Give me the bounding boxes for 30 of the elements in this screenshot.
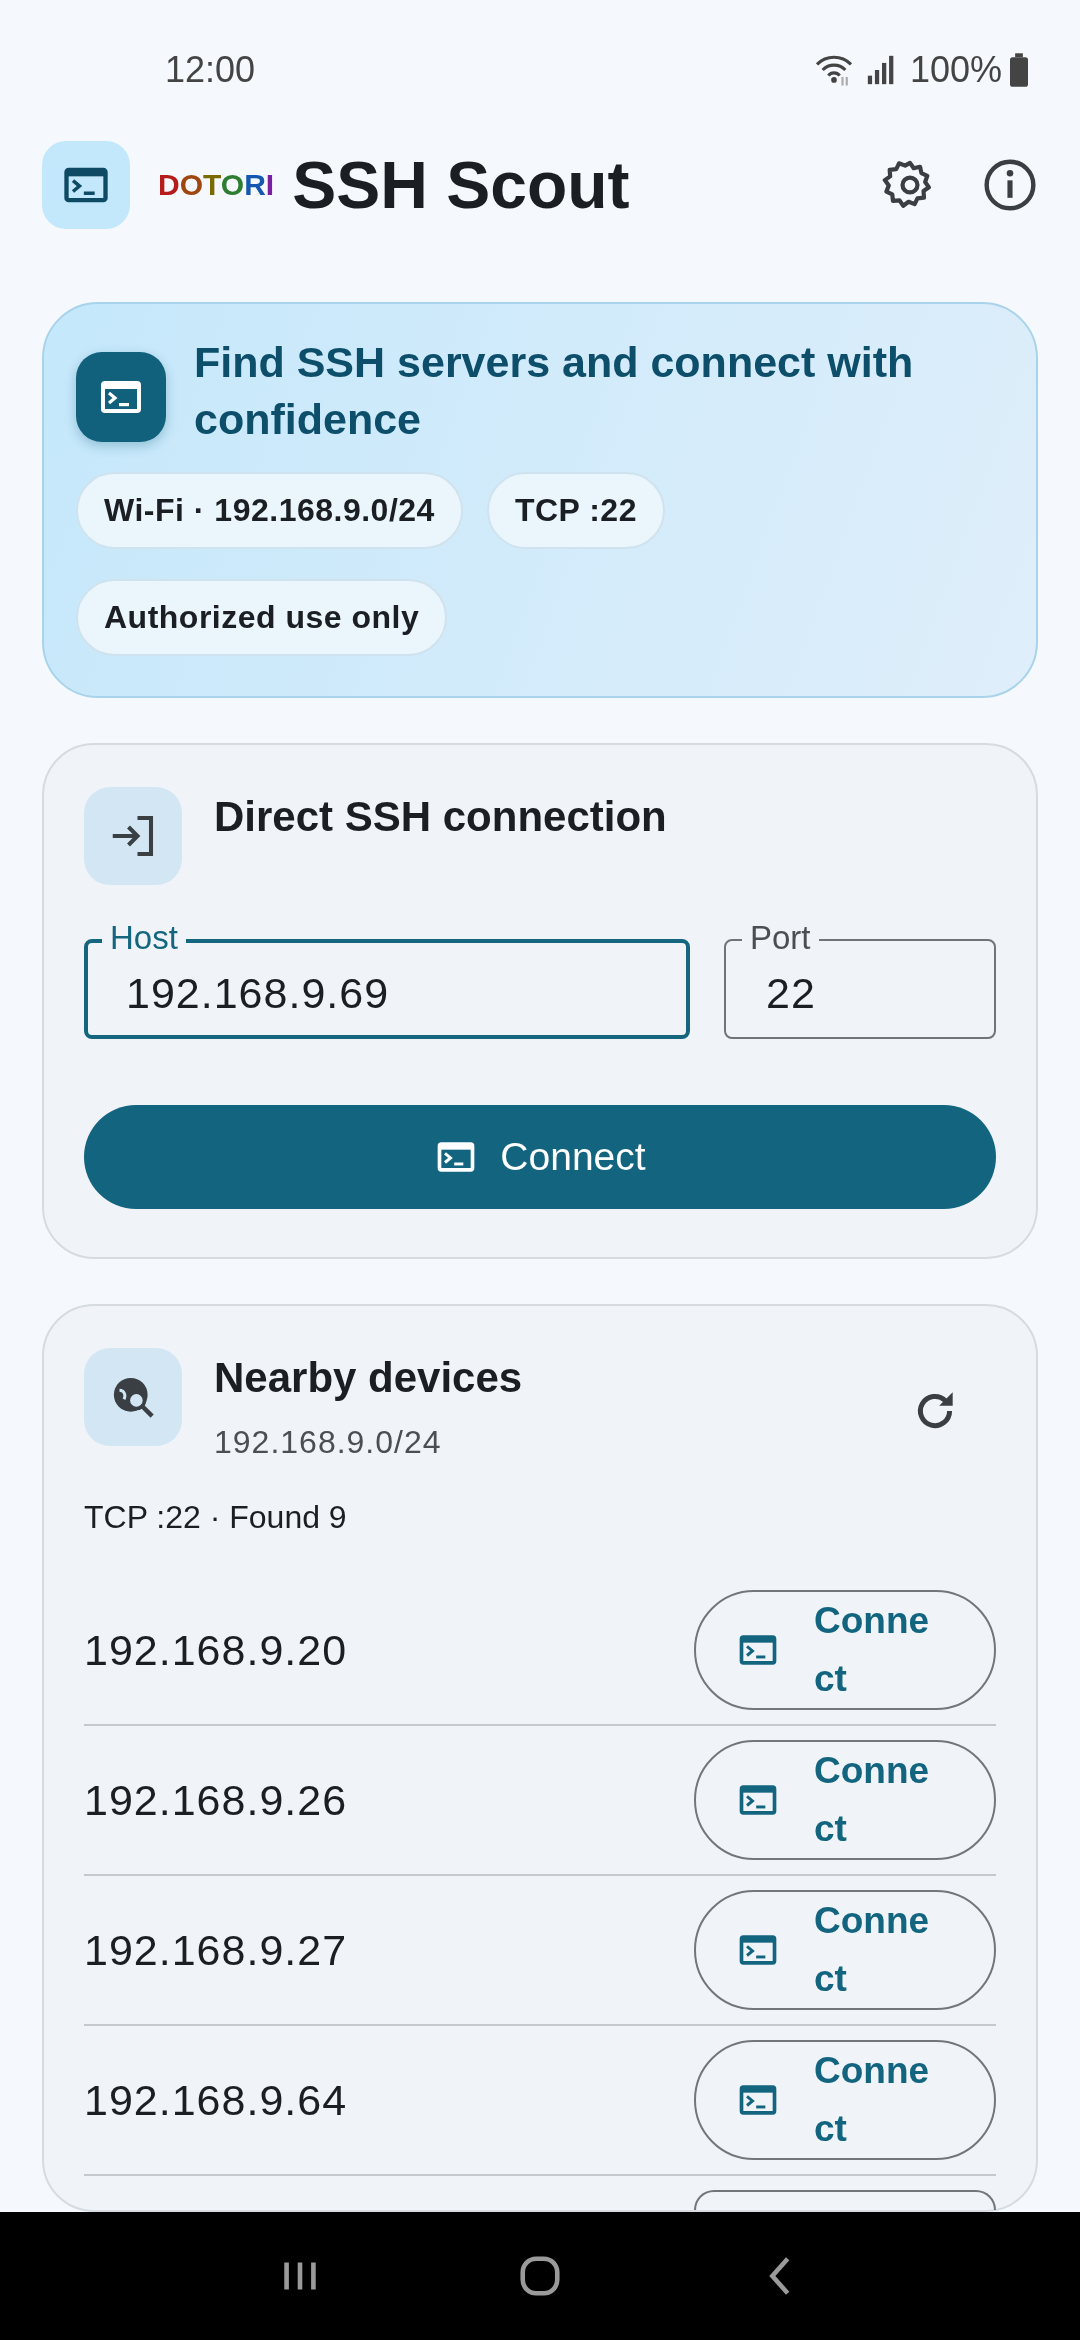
subnet-label: 192.168.9.0/24 bbox=[214, 1424, 443, 1461]
status-time: 12:00 bbox=[165, 49, 256, 91]
connect-button[interactable]: Connect bbox=[694, 1590, 996, 1710]
port-input[interactable]: 22 bbox=[766, 960, 954, 1018]
host-field[interactable]: Host 192.168.9.69 bbox=[84, 915, 690, 1039]
info-chip: Authorized use only bbox=[76, 579, 448, 656]
device-address: 192.168.9.20 bbox=[84, 1625, 348, 1675]
connect-button[interactable] bbox=[694, 2190, 996, 2210]
connect-button[interactable]: Connect bbox=[694, 1890, 996, 2010]
info-chip: TCP :22 bbox=[486, 472, 665, 549]
connect-button[interactable]: Connect bbox=[694, 1740, 996, 1860]
home-icon[interactable] bbox=[517, 2253, 563, 2299]
connect-button[interactable]: Connect bbox=[694, 2040, 996, 2160]
port-field[interactable]: Port 22 bbox=[724, 915, 996, 1039]
battery-percent: 100% bbox=[909, 49, 1002, 91]
info-chip: Wi-Fi · 192.168.9.0/24 bbox=[76, 472, 463, 549]
battery-icon bbox=[1010, 53, 1028, 87]
device-address: 192.168.9.64 bbox=[84, 2075, 348, 2125]
wifi-icon bbox=[813, 53, 854, 87]
scan-summary: TCP :22 · Found 9 bbox=[84, 1499, 348, 1536]
info-icon[interactable] bbox=[982, 157, 1038, 213]
connect-button[interactable]: Connect bbox=[84, 1105, 996, 1209]
device-address: 192.168.9.26 bbox=[84, 1775, 348, 1825]
card-title: Nearby devices bbox=[214, 1354, 523, 1402]
device-address: 192.168.9.27 bbox=[84, 1925, 348, 1975]
card-title: Direct SSH connection bbox=[214, 793, 667, 841]
hero-title: Find SSH servers and connect with confidence bbox=[194, 337, 915, 445]
host-input[interactable]: 192.168.9.69 bbox=[126, 960, 648, 1018]
brand-logo: DOTORI bbox=[158, 168, 275, 202]
app-title: SSH Scout bbox=[292, 147, 630, 223]
